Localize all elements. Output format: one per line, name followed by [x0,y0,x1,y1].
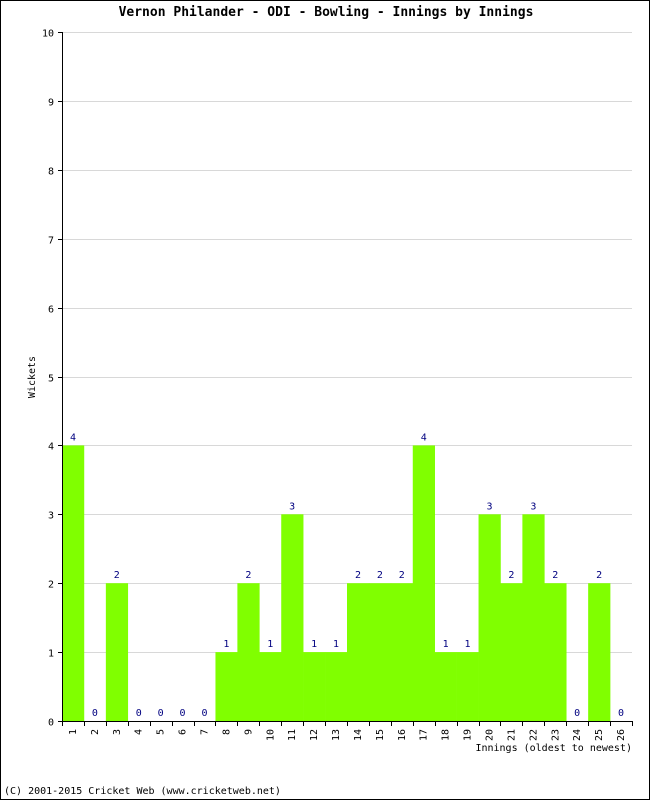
x-tick-label: 20 [485,729,496,741]
x-axis-title: Innings (oldest to newest) [475,743,632,754]
bar-chart: 0123456789104020 0 0 012131 12 2 241 132320201 2… [27,29,633,754]
data-label: 0 [180,708,186,719]
x-tick-label: 2 [90,729,101,735]
data-label: 1 [267,639,273,650]
x-tick-label: 22 [528,729,539,741]
x-tick-label: 11 [287,729,298,741]
bar [62,445,85,721]
data-label: 1 [465,639,471,650]
x-tick-label: 24 [572,729,583,741]
y-tick-label: 4 [48,442,54,453]
y-tick-label: 7 [48,236,54,247]
data-label: 2 [508,570,514,581]
data-label: 2 [245,570,251,581]
bar [588,583,611,721]
bar [325,652,348,721]
data-label: 1 [311,639,317,650]
data-label: 2 [552,570,558,581]
bar [347,583,370,721]
x-tick-label: 6 [178,729,189,735]
data-label: 2 [399,570,405,581]
data-label: 0 [158,708,164,719]
data-label: 4 [421,432,427,443]
data-label: 0 [574,708,580,719]
x-tick-label: 5 [156,729,167,735]
data-label: 3 [289,501,295,512]
x-tick-label: 26 [616,729,627,741]
bar [303,652,326,721]
y-tick-label: 8 [48,167,54,178]
x-tick-label: 3 [112,729,123,735]
bar [237,583,260,721]
bar [259,652,282,721]
data-label: 1 [223,639,229,650]
y-tick-label: 10 [42,29,54,40]
data-label: 0 [136,708,142,719]
bar [478,514,501,721]
copyright-footer: (C) 2001-2015 Cricket Web (www.cricketwe… [4,786,281,797]
y-tick-label: 9 [48,98,54,109]
data-label: 3 [486,501,492,512]
chart-frame: Vernon Philander - ODI - Bowling - Innin… [0,0,650,800]
data-label: 2 [355,570,361,581]
x-tick-label: 14 [353,729,364,741]
bar [105,583,129,721]
x-tick-label: 21 [506,729,517,741]
data-label: 4 [70,432,76,443]
data-label: 2 [377,570,383,581]
x-tick-label: 9 [243,729,254,735]
bar [434,652,457,721]
data-label: 2 [114,570,120,581]
y-tick-label: 2 [48,580,54,591]
x-tick-label: 18 [441,729,452,741]
bar [368,583,392,721]
x-tick-label: 13 [331,729,342,741]
y-tick-label: 3 [48,511,54,522]
data-label: 1 [443,639,449,650]
bar [215,652,238,721]
x-tick-label: 10 [265,729,276,741]
data-label: 0 [201,708,207,719]
bar [544,583,567,721]
x-tick-label: 8 [221,729,232,735]
y-tick-label: 1 [48,649,54,660]
y-tick-label: 6 [48,305,54,316]
x-tick-label: 17 [419,729,430,741]
data-label: 3 [530,501,536,512]
x-tick-label: 4 [134,729,145,735]
x-tick-label: 15 [375,729,386,741]
x-tick-label: 7 [200,729,211,735]
data-label: 0 [92,708,98,719]
bar [390,583,414,721]
bar [522,514,545,721]
y-tick-label: 0 [48,718,54,729]
x-tick-label: 1 [68,729,79,735]
x-tick-label: 19 [463,729,474,741]
data-label: 0 [618,708,624,719]
x-tick-label: 23 [550,729,561,741]
data-label: 2 [596,570,602,581]
bar [500,583,523,721]
x-tick-label: 12 [309,729,320,741]
data-label: 1 [333,639,339,650]
bar [456,652,479,721]
bar [281,514,304,721]
bar [412,445,435,721]
y-tick-label: 5 [48,374,54,385]
x-tick-label: 25 [594,729,605,741]
y-axis-title: Wickets [27,356,38,398]
x-tick-label: 16 [397,729,408,741]
